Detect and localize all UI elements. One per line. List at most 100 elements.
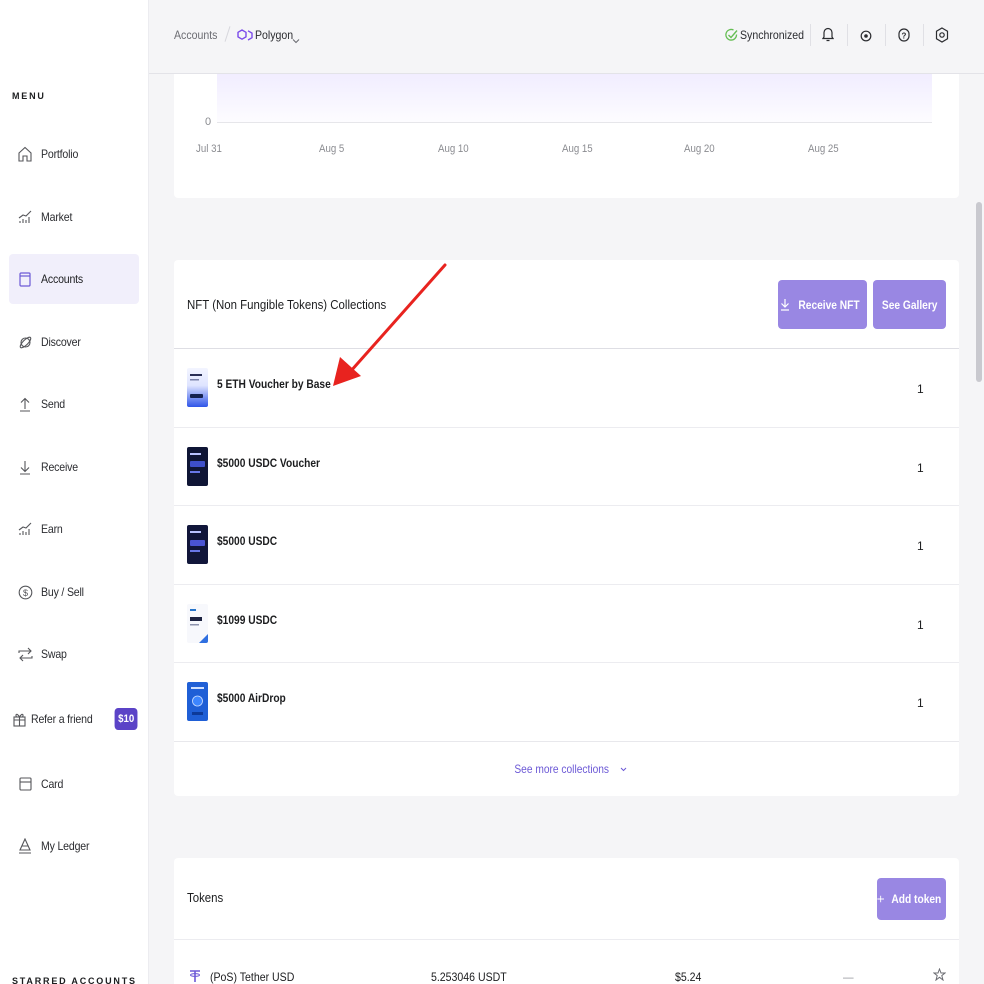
nft-collection-count: 1 (917, 618, 924, 632)
nft-footer-divider (174, 741, 959, 742)
star-icon[interactable] (932, 967, 947, 984)
sidebar-item-label: Send (41, 397, 65, 411)
help-icon[interactable]: ? (898, 28, 910, 47)
breadcrumb-accounts[interactable]: Accounts (174, 28, 217, 42)
chevron-down-icon (621, 767, 627, 772)
svg-text:?: ? (902, 32, 907, 41)
nft-thumbnail (187, 682, 208, 721)
nft-thumbnail (187, 525, 208, 564)
nft-collection-name: $5000 AirDrop (217, 691, 286, 705)
arrow-up-icon (9, 397, 41, 412)
nft-collection-count: 1 (917, 461, 924, 475)
nft-thumbnail (187, 604, 208, 643)
nft-collection-name: 5 ETH Voucher by Base (217, 377, 331, 391)
swap-icon (9, 647, 41, 662)
sidebar-item-my-ledger[interactable]: My Ledger (9, 821, 139, 871)
see-gallery-label: See Gallery (881, 297, 938, 312)
nft-collection-name: $5000 USDC Voucher (217, 456, 320, 470)
sidebar: MENU Portfolio Market Accounts Discover … (0, 0, 149, 984)
tether-icon (189, 969, 201, 984)
sidebar-item-label: My Ledger (41, 839, 90, 853)
topbar-divider (923, 24, 924, 46)
tokens-card: Tokens Add token (PoS) Tether USD 5.2530… (174, 858, 959, 984)
nft-collection-row[interactable]: 5 ETH Voucher by Base 1 (174, 349, 959, 427)
chart-area (217, 74, 932, 122)
nft-collection-count: 1 (917, 539, 924, 553)
chart-x-axis (217, 122, 932, 123)
topbar-divider (810, 24, 811, 46)
nft-collection-row[interactable]: $5000 USDC 1 (174, 505, 959, 583)
y-axis-zero-label: 0 (205, 116, 212, 128)
sidebar-item-refer-a-friend[interactable]: Refer a friend $10 (9, 694, 139, 744)
bell-icon[interactable] (821, 26, 835, 47)
breadcrumb-network[interactable]: Polygon (255, 28, 293, 42)
sidebar-item-portfolio[interactable]: Portfolio (9, 129, 139, 179)
receive-nft-label: Receive NFT (798, 297, 860, 312)
x-tick-label: Aug 5 (319, 143, 345, 155)
topbar-divider (885, 24, 886, 46)
chevron-down-icon[interactable] (292, 31, 300, 49)
sidebar-item-discover[interactable]: Discover (9, 317, 139, 367)
token-amount: 5.253046 USDT (431, 970, 507, 984)
sync-check-icon (725, 28, 738, 47)
see-more-label: See more collections (513, 762, 609, 776)
sidebar-item-label: Receive (41, 460, 78, 474)
referral-badge: $10 (114, 708, 138, 730)
menu-title: MENU (12, 91, 46, 101)
topbar-divider (847, 24, 848, 46)
x-tick-label: Aug 15 (562, 143, 593, 155)
nft-thumbnail (187, 447, 208, 486)
nft-collection-count: 1 (917, 696, 924, 710)
token-row[interactable]: (PoS) Tether USD 5.253046 USDT $5.24 — (174, 939, 959, 984)
see-more-collections-link[interactable]: See more collections (174, 762, 959, 776)
starred-accounts-title: STARRED ACCOUNTS (12, 976, 137, 984)
sidebar-item-accounts[interactable]: Accounts (9, 254, 139, 304)
token-name: (PoS) Tether USD (210, 970, 295, 984)
x-tick-label: Jul 31 (196, 143, 222, 155)
breadcrumb-separator (224, 26, 231, 42)
sidebar-item-buy-sell[interactable]: $ Buy / Sell (9, 567, 139, 617)
receive-nft-button[interactable]: Receive NFT (778, 280, 867, 329)
sidebar-item-swap[interactable]: Swap (9, 629, 139, 679)
token-value: $5.24 (675, 970, 702, 984)
x-tick-label: Aug 10 (438, 143, 469, 155)
nft-collection-name: $5000 USDC (217, 534, 278, 548)
sidebar-item-label: Buy / Sell (41, 585, 84, 599)
nft-collection-row[interactable]: $5000 USDC Voucher 1 (174, 427, 959, 505)
polygon-icon (237, 27, 253, 48)
gift-icon (9, 712, 31, 727)
sidebar-item-card[interactable]: Card (9, 759, 139, 809)
token-change: — (843, 970, 854, 984)
sync-status: Synchronized (740, 28, 804, 42)
see-gallery-button[interactable]: See Gallery (873, 280, 946, 329)
nft-collections-card: NFT (Non Fungible Tokens) Collections Re… (174, 260, 959, 796)
sidebar-item-label: Market (41, 210, 73, 224)
sidebar-item-market[interactable]: Market (9, 192, 139, 242)
sidebar-item-label: Discover (41, 335, 81, 349)
nft-section-title: NFT (Non Fungible Tokens) Collections (187, 297, 387, 312)
earn-chart-icon (9, 522, 41, 536)
sidebar-item-label: Portfolio (41, 147, 79, 161)
sidebar-item-earn[interactable]: Earn (9, 504, 139, 554)
sidebar-item-send[interactable]: Send (9, 379, 139, 429)
card-icon (9, 777, 41, 791)
ledger-icon (9, 838, 41, 854)
planet-icon (9, 335, 41, 350)
settings-icon[interactable] (935, 27, 949, 48)
home-icon (9, 146, 41, 162)
nft-collection-count: 1 (917, 382, 924, 396)
plus-icon (877, 895, 884, 903)
balance-chart-card: 0 Jul 31 Aug 5 Aug 10 Aug 15 Aug 20 Aug … (174, 74, 959, 198)
nft-collection-row[interactable]: $1099 USDC 1 (174, 584, 959, 662)
add-token-label: Add token (891, 892, 942, 906)
add-token-button[interactable]: Add token (877, 878, 946, 920)
chart-icon (9, 210, 41, 224)
svg-text:$: $ (22, 588, 27, 598)
sidebar-item-receive[interactable]: Receive (9, 442, 139, 492)
sidebar-item-label: Refer a friend (30, 712, 93, 726)
page-scrollbar[interactable] (976, 202, 982, 382)
download-icon (780, 299, 789, 311)
nft-collection-row[interactable]: $5000 AirDrop 1 (174, 662, 959, 740)
eye-icon[interactable] (860, 29, 872, 47)
sidebar-item-label: Card (41, 777, 64, 791)
